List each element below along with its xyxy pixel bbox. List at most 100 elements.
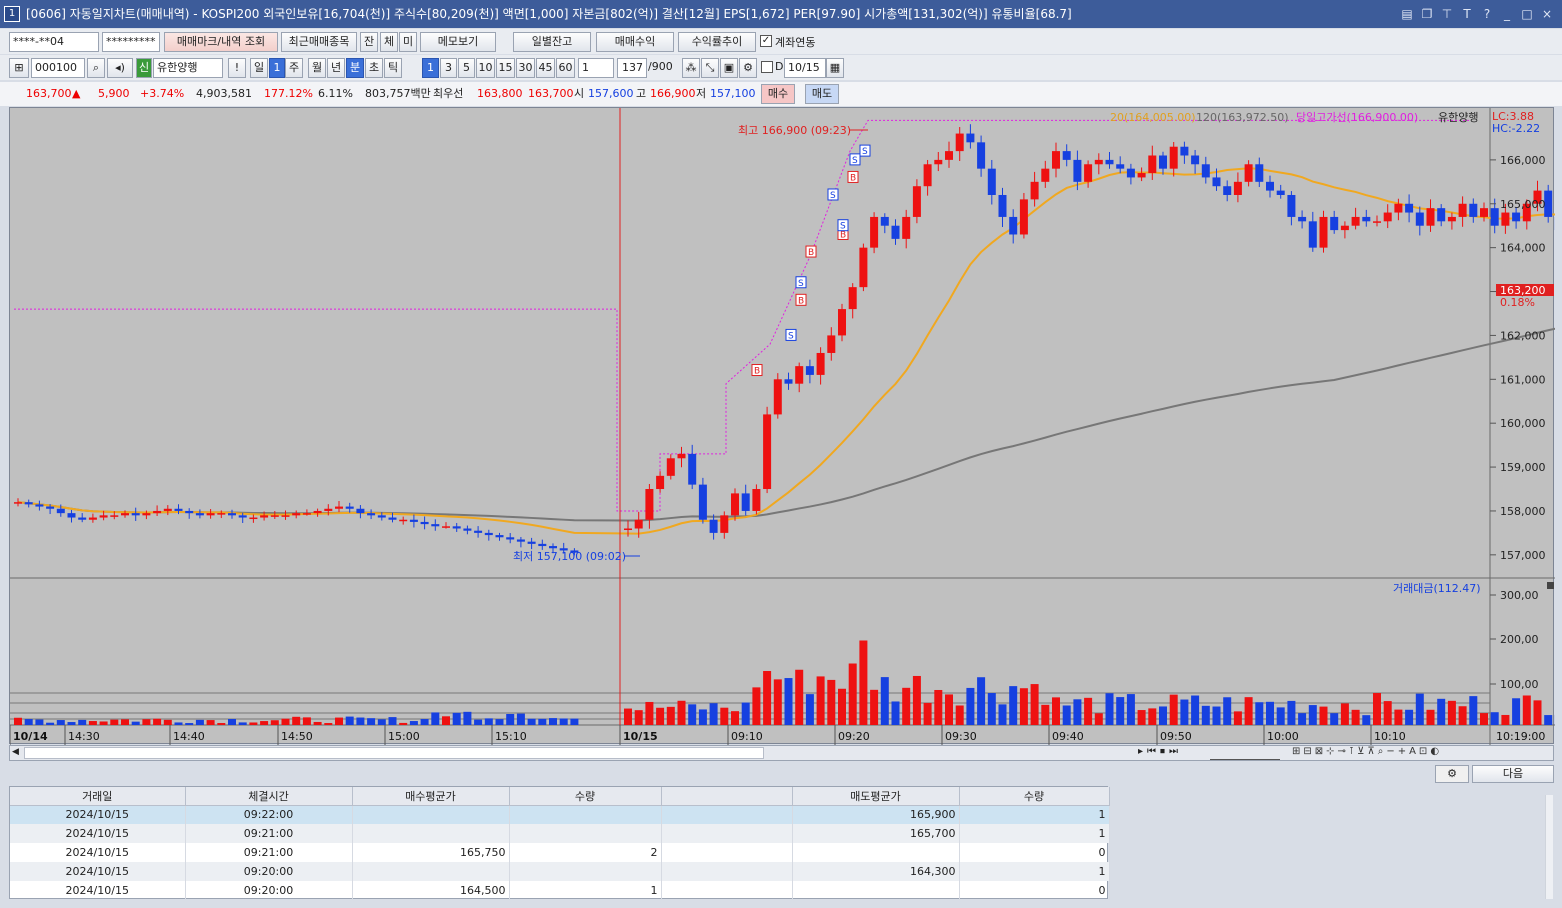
volume-bar xyxy=(324,723,333,725)
interval-4[interactable]: 15 xyxy=(496,58,515,78)
grid-cell: 1 xyxy=(959,805,1110,824)
menu-icon[interactable]: ⊞ xyxy=(9,58,29,78)
sound-icon[interactable]: ◂) xyxy=(107,58,133,78)
interval-5[interactable]: 30 xyxy=(516,58,535,78)
price-tick-label: 165,000 xyxy=(1500,198,1546,211)
candle-body xyxy=(784,379,793,384)
period-tab-6[interactable]: 초 xyxy=(365,58,383,78)
table-row[interactable]: 2024/10/15 09:21:00 165,750 2 0 xyxy=(10,843,1110,862)
buy-button[interactable]: 매수 xyxy=(761,84,795,104)
candle-body xyxy=(174,508,183,511)
grid-header-3[interactable]: 수량 xyxy=(509,787,662,806)
account-select[interactable]: ****-**04 xyxy=(9,32,99,52)
grid-header-4[interactable] xyxy=(661,787,793,806)
time-label: 09:40 xyxy=(1052,730,1084,743)
count-input[interactable]: 137 xyxy=(617,58,647,78)
candle-body xyxy=(206,513,215,516)
copy-icon[interactable]: ❐ xyxy=(1420,0,1434,28)
period-tab-2[interactable]: 주 xyxy=(285,58,303,78)
sell-mark-text: S xyxy=(788,331,794,341)
code-input[interactable]: 000100 xyxy=(31,58,85,78)
next-button[interactable]: 다음 xyxy=(1472,765,1554,783)
grid-header-1[interactable]: 체결시간 xyxy=(185,787,353,806)
volume-bar xyxy=(1212,706,1221,725)
grid-settings-button[interactable]: ⚙ xyxy=(1435,765,1469,783)
scroll-thumb[interactable] xyxy=(24,747,764,759)
volume-bar xyxy=(399,722,408,725)
gear-icon[interactable]: ⚙ xyxy=(739,58,757,78)
executed-button[interactable]: 체 xyxy=(380,32,398,52)
return-trend-button[interactable]: 수익률추이 xyxy=(678,32,756,52)
grid-scrollbar[interactable] xyxy=(1545,795,1553,899)
chart-area[interactable]: BSBSBSBSBSS 166,000165,000164,000163,000… xyxy=(9,107,1562,745)
text-icon[interactable]: T xyxy=(1460,0,1474,28)
grid-header-2[interactable]: 매수평균가 xyxy=(352,787,510,806)
trade-profit-button[interactable]: 매매수익 xyxy=(596,32,674,52)
interval-6[interactable]: 45 xyxy=(536,58,555,78)
password-field[interactable]: ********* xyxy=(102,32,160,52)
layout-icon[interactable]: ▤ xyxy=(1400,0,1414,28)
interval-0[interactable]: 1 xyxy=(422,58,439,78)
daily-balance-button[interactable]: 일별잔고 xyxy=(513,32,591,52)
memo-button[interactable]: 메모보기 xyxy=(420,32,496,52)
candlestick-chart[interactable]: BSBSBSBSBSS 166,000165,000164,000163,000… xyxy=(9,108,1562,745)
search-icon[interactable]: ⌕ xyxy=(87,58,105,78)
candle-body xyxy=(1287,194,1296,217)
save-icon[interactable]: ▣ xyxy=(720,58,738,78)
account-link-checkbox[interactable]: ✓ xyxy=(760,35,772,47)
pin-icon[interactable]: ⊤ xyxy=(1440,0,1454,28)
stock-name[interactable]: 유한양행 xyxy=(153,58,223,78)
grid-header-0[interactable]: 거래일 xyxy=(10,787,186,806)
candle-body xyxy=(1180,146,1189,156)
zoom-slider[interactable] xyxy=(1210,746,1280,760)
volume-bar xyxy=(1544,715,1553,725)
period-tab-5[interactable]: 분 xyxy=(346,58,364,78)
chart-scrollbar[interactable]: ◀ ▸⏮⏹⏭ ⊞⊟⊠⊹⊸⊺⊻⊼⌕−+A⊡◐ xyxy=(9,745,1554,761)
unexecuted-button[interactable]: 미 xyxy=(399,32,417,52)
trade-mark-button[interactable]: 매매마크/내역 조회 xyxy=(164,32,278,52)
nav-icons[interactable]: ▸⏮⏹⏭ xyxy=(1138,746,1182,757)
table-row[interactable]: 2024/10/15 09:20:00 164,500 1 0 xyxy=(10,881,1110,900)
interval-2[interactable]: 5 xyxy=(458,58,475,78)
grid-header-5[interactable]: 매도평균가 xyxy=(792,787,960,806)
chart-tools-icons[interactable]: ⊞⊟⊠⊹⊸⊺⊻⊼⌕−+A⊡◐ xyxy=(1292,746,1442,757)
period-tab-4[interactable]: 년 xyxy=(327,58,345,78)
tool2-icon[interactable]: ⤡ xyxy=(701,58,719,78)
grid-header-6[interactable]: 수량 xyxy=(959,787,1110,806)
tool1-icon[interactable]: ⁂ xyxy=(682,58,700,78)
alert-icon[interactable]: ! xyxy=(228,58,246,78)
d-checkbox[interactable] xyxy=(761,61,773,73)
help-icon[interactable]: ? xyxy=(1480,0,1494,28)
period-tab-1[interactable]: 1 xyxy=(269,58,285,78)
sell-button[interactable]: 매도 xyxy=(805,84,839,104)
recent-trades-button[interactable]: 최근매매종목 xyxy=(281,32,357,52)
volume-bar xyxy=(902,687,911,725)
table-row[interactable]: 2024/10/15 09:21:00 165,700 1 xyxy=(10,824,1110,843)
period-tab-0[interactable]: 일 xyxy=(250,58,268,78)
interval-7[interactable]: 60 xyxy=(556,58,575,78)
table-row[interactable]: 2024/10/15 09:20:00 164,300 1 xyxy=(10,862,1110,881)
scroll-left-icon[interactable]: ◀ xyxy=(12,747,19,757)
candle-body xyxy=(1276,190,1285,195)
candle-body xyxy=(912,186,921,217)
balance-button[interactable]: 잔 xyxy=(360,32,378,52)
volume-bar xyxy=(442,716,450,725)
close-icon[interactable]: × xyxy=(1540,0,1554,28)
period-tab-3[interactable]: 월 xyxy=(308,58,326,78)
maximize-icon[interactable]: □ xyxy=(1520,0,1534,28)
calendar-icon[interactable]: ▦ xyxy=(826,58,844,78)
date-input[interactable]: 10/15 xyxy=(784,58,826,78)
candle-body xyxy=(645,489,654,520)
interval-1[interactable]: 3 xyxy=(440,58,457,78)
credit-badge: 신 xyxy=(136,58,152,78)
volume-bar xyxy=(1073,699,1082,725)
change-rate: +3.74% xyxy=(140,87,185,100)
volume-bar xyxy=(1533,700,1542,725)
table-row[interactable]: 2024/10/15 09:22:00 165,900 1 xyxy=(10,805,1110,824)
minimize-icon[interactable]: _ xyxy=(1500,0,1514,28)
period-tab-7[interactable]: 틱 xyxy=(384,58,402,78)
interval-3[interactable]: 10 xyxy=(476,58,495,78)
volume-bar xyxy=(656,707,665,725)
candle-body xyxy=(1447,216,1456,222)
period-select[interactable]: 1 xyxy=(578,58,614,78)
